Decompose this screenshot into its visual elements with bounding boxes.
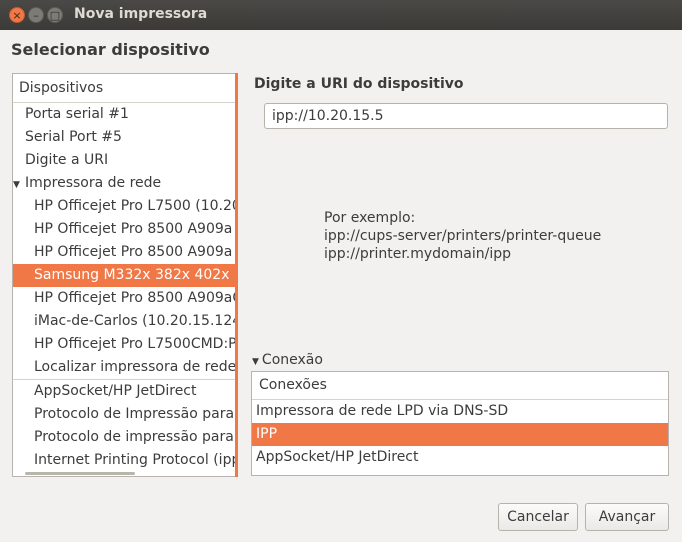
device-item-label: HP Officejet Pro 8500 A909aCM	[34, 290, 237, 306]
device-item-selected[interactable]: Samsung M332x 382x 402x (10	[13, 264, 237, 287]
close-icon[interactable]: ×	[9, 7, 25, 23]
connection-item-label: IPP	[256, 426, 278, 442]
window-title: Nova impressora	[74, 6, 208, 22]
horizontal-scrollbar[interactable]	[25, 472, 135, 475]
device-item-label: AppSocket/HP JetDirect	[34, 383, 197, 399]
connection-item-label: Impressora de rede LPD via DNS-SD	[256, 403, 509, 419]
pane-splitter[interactable]	[235, 73, 238, 477]
device-item[interactable]: Digite a URI	[13, 149, 237, 172]
minimize-icon[interactable]: –	[28, 7, 44, 23]
device-list-header[interactable]: Dispositivos	[13, 74, 237, 103]
device-item-label: Impressora de rede	[25, 175, 162, 191]
connection-expander-label: Conexão	[261, 352, 323, 368]
device-item-label: Samsung M332x 382x 402x (10	[34, 267, 237, 283]
device-item[interactable]: Internet Printing Protocol (ipp:	[13, 449, 237, 472]
cancel-button[interactable]: Cancelar	[498, 503, 578, 531]
uri-example: Por exemplo: ipp://cups-server/printers/…	[324, 209, 601, 263]
device-item[interactable]: HP Officejet Pro L7500CMD:PC	[13, 333, 237, 356]
device-item[interactable]: HP Officejet Pro L7500 (10.20.	[13, 195, 237, 218]
device-item-label: Porta serial #1	[25, 106, 129, 122]
uri-label: Digite a URI do dispositivo	[254, 76, 464, 92]
device-item-label: Protocolo de Impressão para i	[34, 406, 237, 422]
device-item[interactable]: Localizar impressora de rede	[13, 356, 237, 379]
expander-down-icon: ▼	[252, 357, 259, 367]
device-item-label: Internet Printing Protocol (ipp:	[34, 452, 237, 468]
device-group-network[interactable]: ▼ Impressora de rede	[13, 172, 237, 195]
connection-item[interactable]: AppSocket/HP JetDirect	[252, 446, 668, 469]
device-item[interactable]: AppSocket/HP JetDirect	[13, 380, 237, 403]
device-item[interactable]: Porta serial #1	[13, 103, 237, 126]
maximize-icon[interactable]: □	[47, 7, 63, 23]
connection-item-selected[interactable]: IPP	[252, 423, 668, 446]
device-item[interactable]: Protocolo de impressão para i	[13, 426, 237, 449]
uri-input[interactable]	[264, 103, 668, 129]
device-item-label: HP Officejet Pro 8500 A909a (1	[34, 221, 237, 237]
device-item[interactable]: iMac-de-Carlos (10.20.15.124)	[13, 310, 237, 333]
device-item-label: Serial Port #5	[25, 129, 122, 145]
device-item[interactable]: HP Officejet Pro 8500 A909aCM	[13, 287, 237, 310]
device-item[interactable]: Serial Port #5	[13, 126, 237, 149]
device-item-label: iMac-de-Carlos (10.20.15.124)	[34, 313, 237, 329]
device-item[interactable]: HP Officejet Pro 8500 A909a (1	[13, 218, 237, 241]
example-line: Por exemplo:	[324, 210, 416, 226]
connection-list-header[interactable]: Conexões	[252, 372, 668, 400]
device-item-label: Protocolo de impressão para i	[34, 429, 237, 445]
connection-item-label: AppSocket/HP JetDirect	[256, 449, 419, 465]
connection-expander[interactable]: ▼ Conexão	[252, 352, 323, 368]
connection-item[interactable]: Impressora de rede LPD via DNS-SD	[252, 400, 668, 423]
expander-down-icon[interactable]: ▼	[13, 174, 25, 195]
device-item-label: HP Officejet Pro L7500 (10.20.	[34, 198, 237, 214]
device-item-label: Localizar impressora de rede	[34, 359, 237, 375]
title-bar: × – □ Nova impressora	[0, 0, 682, 30]
next-button[interactable]: Avançar	[585, 503, 669, 531]
device-item[interactable]: HP Officejet Pro 8500 A909a ([	[13, 241, 237, 264]
device-item-label: Digite a URI	[25, 152, 109, 168]
device-item-label: HP Officejet Pro L7500CMD:PC	[34, 336, 237, 352]
device-item[interactable]: Protocolo de Impressão para i	[13, 403, 237, 426]
example-line: ipp://cups-server/printers/printer-queue	[324, 228, 602, 244]
connection-list[interactable]: Conexões Impressora de rede LPD via DNS-…	[251, 371, 669, 476]
example-line: ipp://printer.mydomain/ipp	[324, 246, 511, 262]
device-item-label: HP Officejet Pro 8500 A909a ([	[34, 244, 237, 260]
device-list[interactable]: Dispositivos Porta serial #1 Serial Port…	[12, 73, 238, 477]
page-title: Selecionar dispositivo	[11, 40, 210, 59]
